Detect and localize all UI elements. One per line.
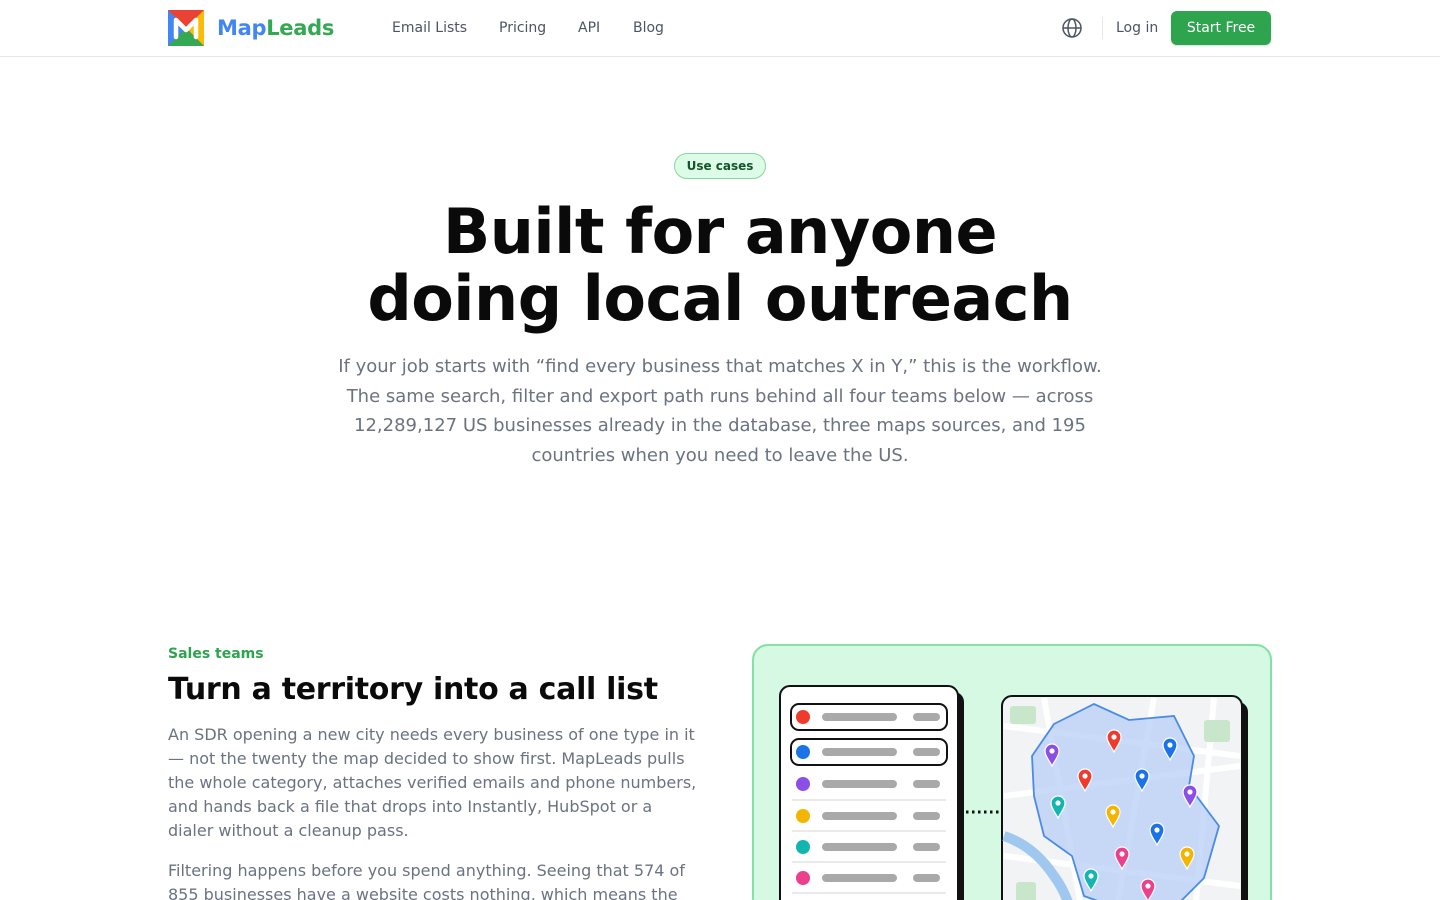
section-paragraph: Filtering happens before you spend anyth… (168, 861, 685, 900)
section-eyebrow: Sales teams (168, 646, 264, 662)
bullet-pink-icon (796, 871, 810, 885)
login-link[interactable]: Log in (1116, 18, 1158, 38)
bullet-yellow-icon (796, 809, 810, 823)
header-divider (1102, 17, 1103, 39)
bullet-purple-icon (796, 777, 810, 791)
list-row (790, 703, 948, 731)
bullet-blue-icon (796, 745, 810, 759)
hero-title-line-2: doing local outreach (367, 262, 1073, 335)
section-paragraph: An SDR opening a new city needs every bu… (168, 725, 697, 840)
hero-subtitle-line: countries when you need to leave the US. (531, 444, 909, 466)
nav-link-api[interactable]: API (578, 18, 600, 38)
brand-part-leads: Leads (266, 16, 335, 40)
nav-link-email-lists[interactable]: Email Lists (392, 18, 467, 38)
territory-illustration (752, 644, 1272, 900)
hero-subtitle-line: If your job starts with “find every busi… (338, 356, 1102, 377)
bullet-red-icon (796, 710, 810, 724)
hero-subtitle: If your job starts with “find every busi… (320, 352, 1120, 470)
hero-title: Built for anyone doing local outreach (320, 198, 1120, 332)
lead-list-card (779, 685, 964, 900)
site-header: MapLeads Email Lists Pricing API Blog Lo… (0, 0, 1440, 57)
use-cases-badge: Use cases (674, 153, 766, 179)
hero-title-line-1: Built for anyone (442, 195, 998, 268)
mapleads-logo-icon[interactable] (168, 10, 204, 46)
globe-icon[interactable] (1061, 17, 1083, 39)
start-free-button[interactable]: Start Free (1171, 11, 1271, 45)
bullet-teal-icon (796, 840, 810, 854)
hero-subtitle-line: The same search, filter and export path … (346, 385, 1094, 407)
map-card (1001, 695, 1248, 900)
nav-link-pricing[interactable]: Pricing (499, 18, 546, 38)
list-row (790, 738, 948, 766)
section-title: Turn a territory into a call list (168, 672, 658, 707)
brand-part-map: Map (217, 16, 267, 40)
list-to-map-illustration (779, 685, 1248, 900)
nav-link-blog[interactable]: Blog (633, 18, 664, 38)
hero-subtitle-line: 12,289,127 US businesses already in the … (354, 415, 1086, 436)
brand-name[interactable]: MapLeads (217, 14, 334, 42)
